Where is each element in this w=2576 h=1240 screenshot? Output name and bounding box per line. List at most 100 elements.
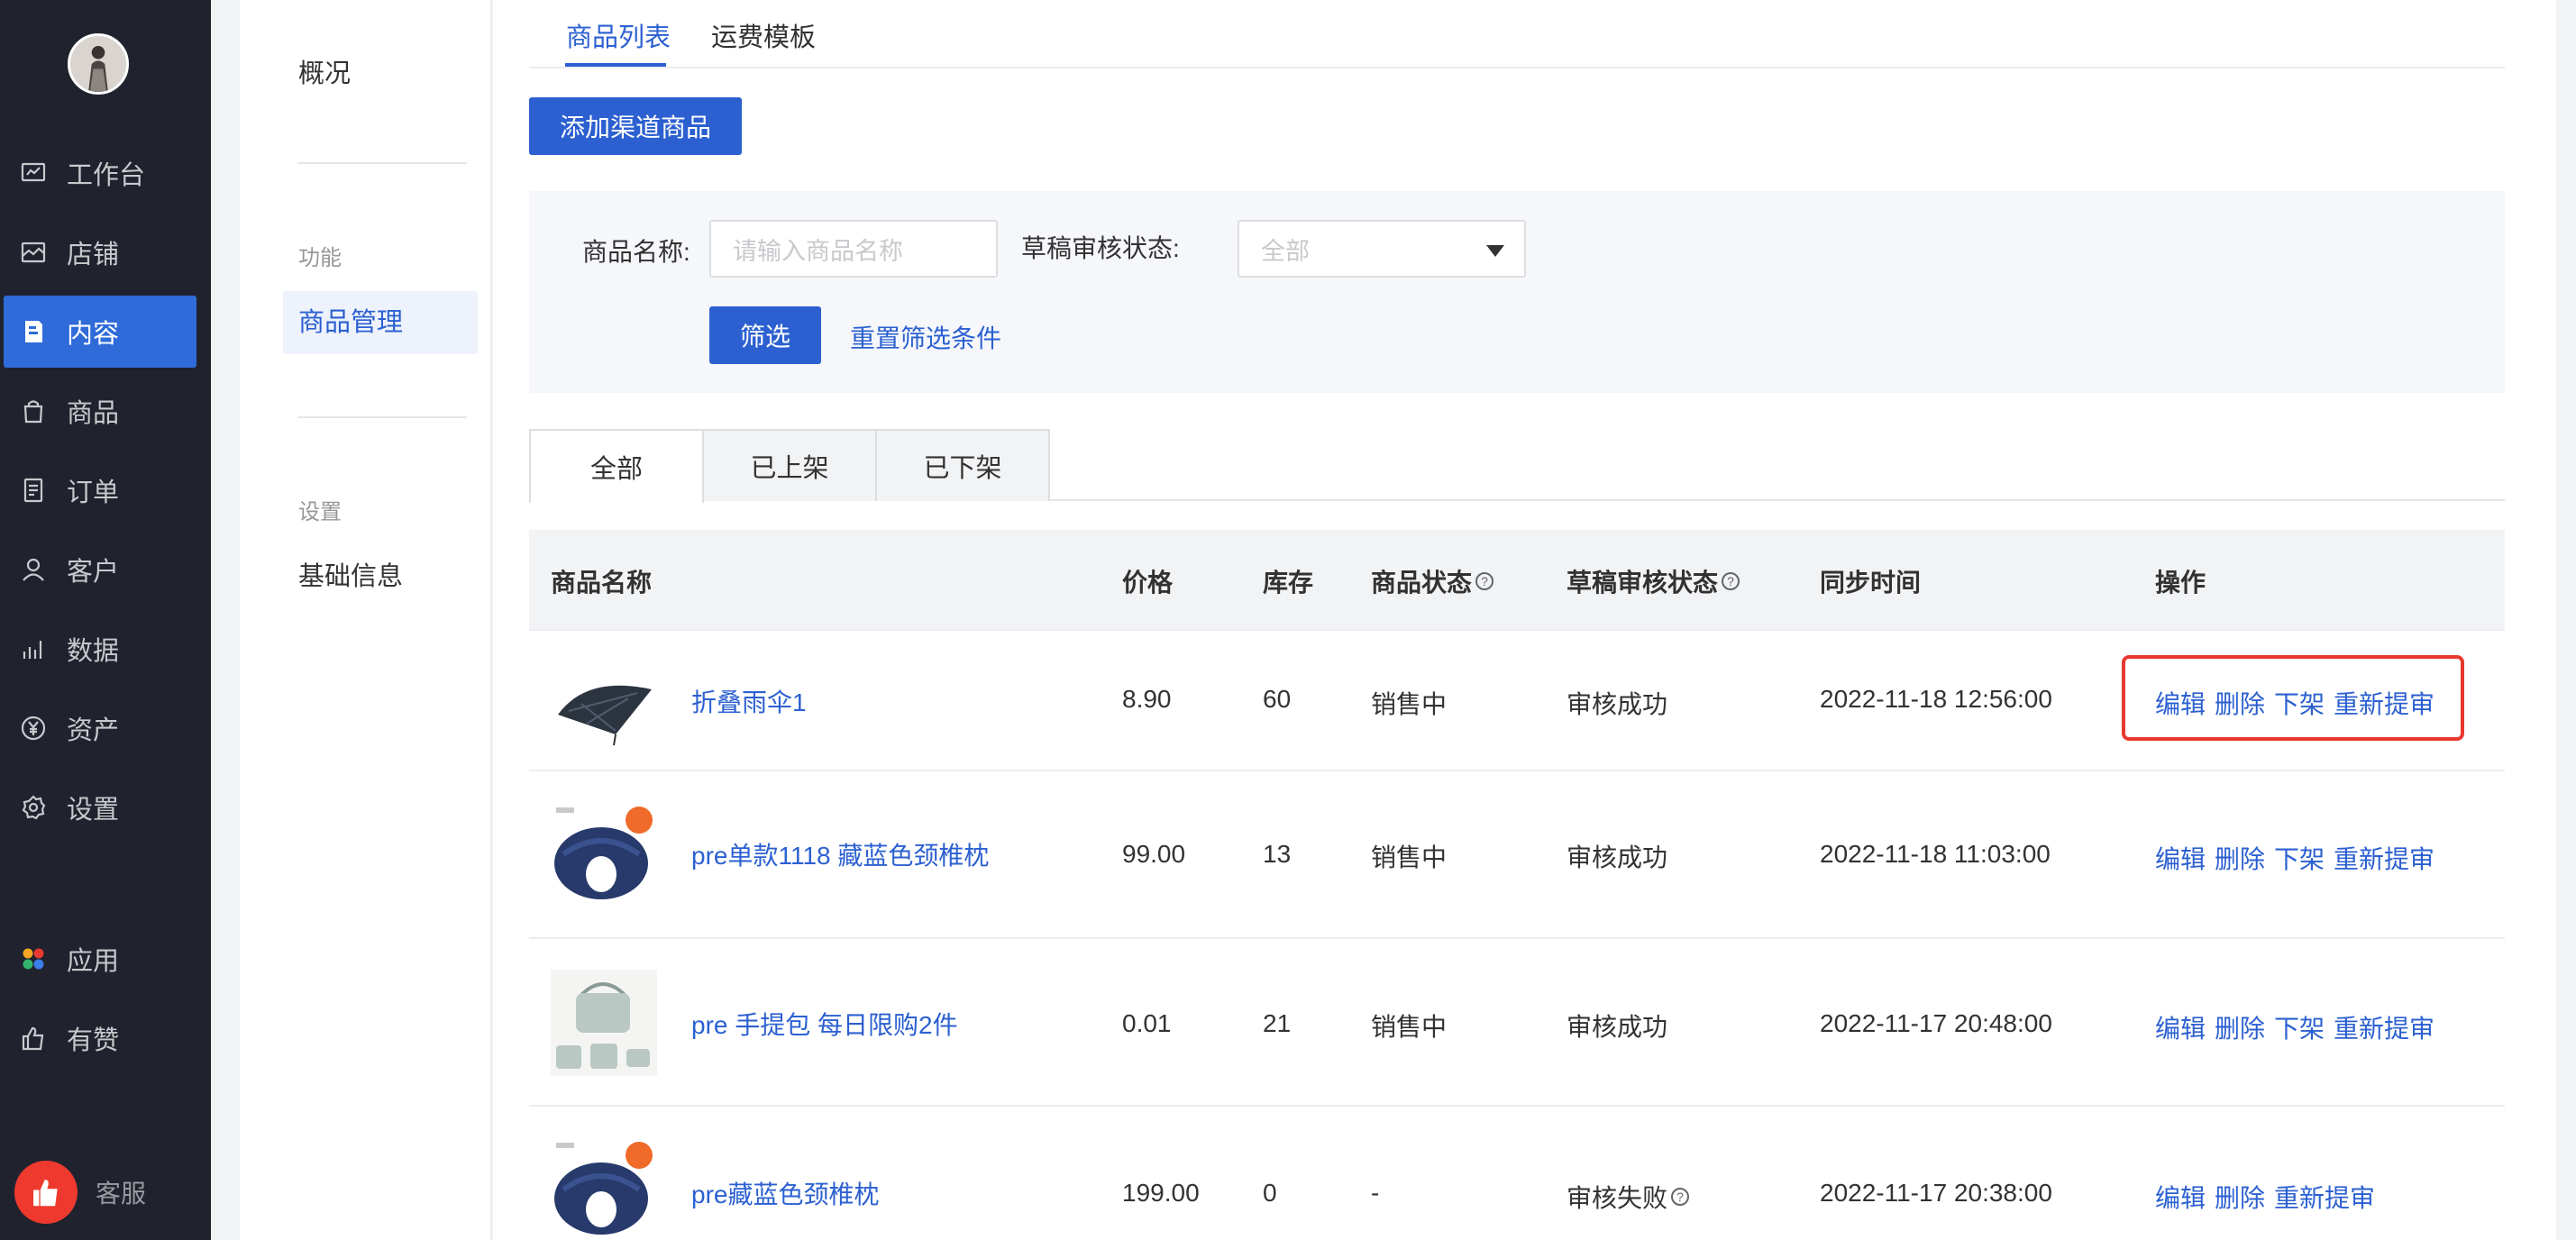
edit-link[interactable]: 编辑 (2155, 1009, 2206, 1045)
table-header: 商品名称 价格 库存 商品状态 ? 草稿审核状态 ? 同步时间 操作 (529, 530, 2505, 631)
edit-link[interactable]: 编辑 (2155, 1179, 2206, 1215)
customer-service-label: 客服 (96, 1180, 147, 1208)
main-nav: 工作台 店铺 内容 商品 订单 客户 数据 资产 设置 应用 有赞 客服 (0, 0, 211, 1240)
row-actions: 编辑 删除 下架 重新提审 (2155, 1009, 2434, 1045)
sub-item-goods-management[interactable]: 商品管理 (283, 291, 478, 354)
col-actions: 操作 (2155, 569, 2206, 597)
stock-cell: 60 (1263, 685, 1292, 713)
row-actions: 编辑 删除 下架 重新提审 (2155, 840, 2434, 876)
divider (297, 416, 467, 418)
reset-filter-link[interactable]: 重置筛选条件 (850, 319, 1001, 355)
apps-icon (19, 944, 48, 973)
resubmit-audit-link[interactable]: 重新提审 (2334, 1009, 2434, 1045)
nav-item-workbench[interactable]: 工作台 (0, 137, 211, 209)
edit-link[interactable]: 编辑 (2155, 840, 2206, 876)
status-tabs: 全部 已上架 已下架 (529, 429, 2505, 503)
filter-button[interactable]: 筛选 (709, 306, 821, 364)
goods-thumbnail[interactable] (551, 970, 657, 1076)
resubmit-audit-link[interactable]: 重新提审 (2334, 840, 2434, 876)
tab-all[interactable]: 全部 (529, 429, 704, 503)
nav-item-shop[interactable]: 店铺 (0, 216, 211, 288)
nav-item-label: 应用 (67, 947, 120, 976)
nav-item-label: 资产 (67, 716, 120, 745)
help-icon[interactable]: ? (1671, 1188, 1690, 1206)
nav-item-label: 订单 (67, 479, 120, 507)
nav-item-customers[interactable]: 客户 (0, 533, 211, 606)
thumbs-up-icon (19, 1024, 48, 1053)
col-audit-status: 草稿审核状态 ? (1567, 563, 1740, 599)
goods-thumbnail[interactable] (551, 648, 657, 754)
goods-name-link[interactable]: pre藏蓝色颈椎枕 (691, 1175, 879, 1211)
sub-group-function: 功能 (298, 246, 342, 270)
delete-link[interactable]: 删除 (2215, 1179, 2265, 1215)
goods-thumbnail[interactable] (551, 802, 657, 908)
divider (297, 162, 467, 164)
edit-link[interactable]: 编辑 (2155, 685, 2206, 721)
row-actions: 编辑 删除 下架 重新提审 (2155, 685, 2434, 721)
sync-time-cell: 2022-11-18 11:03:00 (1820, 840, 2051, 868)
help-icon[interactable]: ? (1722, 572, 1740, 590)
audit-status-cell: 审核失败 ? (1567, 1179, 1690, 1215)
stock-cell: 0 (1263, 1179, 1277, 1207)
avatar[interactable] (68, 33, 129, 95)
shop-icon (19, 238, 48, 267)
workbench-icon (19, 159, 48, 187)
secondary-menu: 概况 功能 商品管理 设置 基础信息 (240, 0, 492, 1240)
resubmit-audit-link[interactable]: 重新提审 (2334, 685, 2434, 721)
col-sync-time: 同步时间 (1820, 569, 1922, 597)
table-row: pre 手提包 每日限购2件 0.01 21 销售中 审核成功 2022-11-… (529, 939, 2505, 1107)
resubmit-audit-link[interactable]: 重新提审 (2274, 1179, 2375, 1215)
audit-status-cell: 审核成功 (1567, 690, 1668, 718)
goods-name-link[interactable]: 折叠雨伞1 (691, 683, 807, 719)
off-shelf-link[interactable]: 下架 (2274, 1009, 2325, 1045)
bag-icon (19, 397, 48, 425)
content-icon (19, 317, 48, 346)
delete-link[interactable]: 删除 (2215, 840, 2265, 876)
col-price: 价格 (1122, 569, 1174, 597)
goods-thumbnail[interactable] (551, 1137, 657, 1240)
sub-group-settings: 设置 (298, 500, 342, 524)
table-row: pre单款1118 藏蓝色颈椎枕 99.00 13 销售中 审核成功 2022-… (529, 771, 2505, 939)
goods-name-link[interactable]: pre单款1118 藏蓝色颈椎枕 (691, 836, 989, 872)
delete-link[interactable]: 删除 (2215, 685, 2265, 721)
nav-item-settings[interactable]: 设置 (0, 771, 211, 843)
tab-active-indicator (565, 63, 666, 67)
nav-item-orders[interactable]: 订单 (0, 454, 211, 526)
nav-item-label: 店铺 (67, 241, 120, 269)
top-tabs: 商品列表 运费模板 (529, 0, 2505, 68)
nav-item-label: 有赞 (67, 1026, 120, 1055)
help-icon[interactable]: ? (1475, 572, 1494, 590)
audit-status-cell: 审核成功 (1567, 1013, 1668, 1041)
order-icon (19, 476, 48, 505)
neck-pillow-image (551, 1137, 657, 1240)
table-row: 折叠雨伞1 8.90 60 销售中 审核成功 2022-11-18 12:56:… (529, 631, 2505, 771)
add-channel-goods-button[interactable]: 添加渠道商品 (529, 97, 742, 155)
tab-off-shelf[interactable]: 已下架 (875, 429, 1050, 501)
goods-name-link[interactable]: pre 手提包 每日限购2件 (691, 1006, 958, 1042)
sync-time-cell: 2022-11-18 12:56:00 (1820, 685, 2052, 713)
filter-panel: 商品名称: 请输入商品名称 草稿审核状态: 全部 筛选 重置筛选条件 (529, 191, 2505, 393)
off-shelf-link[interactable]: 下架 (2274, 685, 2325, 721)
audit-status-select[interactable]: 全部 (1238, 220, 1526, 278)
nav-item-data[interactable]: 数据 (0, 613, 211, 685)
nav-item-assets[interactable]: 资产 (0, 692, 211, 764)
chart-icon (19, 634, 48, 663)
row-actions: 编辑 删除 重新提审 (2155, 1179, 2375, 1215)
off-shelf-link[interactable]: 下架 (2274, 840, 2325, 876)
nav-item-content[interactable]: 内容 (4, 296, 196, 368)
tab-shipping-template[interactable]: 运费模板 (711, 16, 816, 54)
nav-item-apps[interactable]: 应用 (0, 923, 211, 995)
nav-item-goods[interactable]: 商品 (0, 375, 211, 447)
stock-cell: 13 (1263, 840, 1292, 868)
nav-item-label: 工作台 (67, 161, 146, 190)
col-audit-status-label: 草稿审核状态 (1567, 569, 1719, 597)
nav-item-label: 内容 (67, 320, 120, 349)
sub-item-overview[interactable]: 概况 (298, 52, 351, 90)
customer-service-button[interactable]: 客服 (14, 1161, 177, 1224)
nav-item-youzan[interactable]: 有赞 (0, 1002, 211, 1074)
tab-goods-list[interactable]: 商品列表 (566, 16, 671, 54)
sub-item-basic-info[interactable]: 基础信息 (283, 545, 478, 608)
tab-on-shelf[interactable]: 已上架 (702, 429, 877, 501)
delete-link[interactable]: 删除 (2215, 1009, 2265, 1045)
goods-name-input[interactable]: 请输入商品名称 (709, 220, 998, 278)
